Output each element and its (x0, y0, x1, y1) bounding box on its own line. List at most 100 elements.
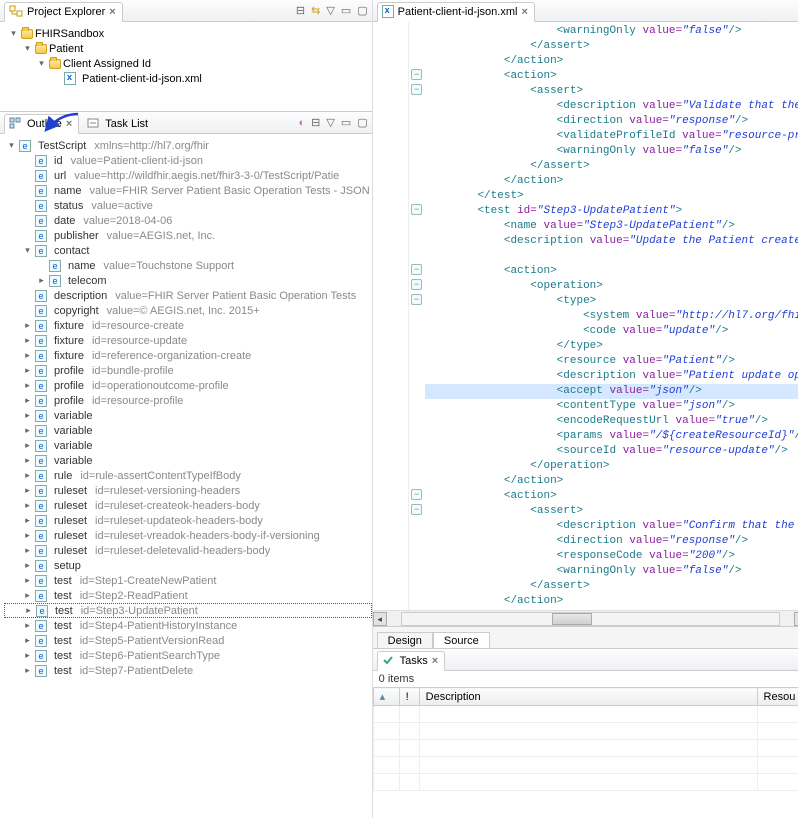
minimize-icon[interactable]: ▭ (341, 116, 351, 129)
outline-item[interactable]: eurlvalue=http://wildfhir.aegis.net/fhir… (4, 168, 372, 183)
element-icon: e (35, 395, 47, 407)
outline-item[interactable]: eidvalue=Patient-client-id-json (4, 153, 372, 168)
scroll-right-button[interactable]: ▸ (794, 612, 798, 626)
outline-item[interactable]: erulesetid=ruleset-deletevalid-headers-b… (4, 543, 372, 558)
editor-tab[interactable]: Patient-client-id-json.xml × (377, 2, 535, 22)
tree-file[interactable]: Patient-client-id-json.xml (82, 73, 202, 85)
expand-arrow[interactable] (8, 28, 19, 39)
element-icon: e (35, 200, 47, 212)
outline-item[interactable]: eprofileid=resource-profile (4, 393, 372, 408)
element-icon: e (36, 605, 48, 617)
outline-item[interactable]: efixtureid=resource-update (4, 333, 372, 348)
outline-item[interactable]: eprofileid=operationoutcome-profile (4, 378, 372, 393)
fold-column[interactable]: − − − − − − − − (409, 22, 425, 610)
scroll-left-button[interactable]: ◂ (373, 612, 387, 626)
tasks-tab[interactable]: Tasks × (377, 651, 446, 671)
fold-toggle[interactable]: − (411, 204, 422, 215)
project-explorer-tab[interactable]: Project Explorer × (4, 2, 123, 22)
col-priority[interactable]: ! (399, 688, 419, 706)
editor-gutter (373, 22, 409, 610)
table-row (373, 740, 798, 757)
link-editor-icon[interactable]: ⇆ (311, 4, 320, 17)
outline-item[interactable]: etestid=Step5-PatientVersionRead (4, 633, 372, 648)
outline-tree[interactable]: eTestScriptxmlns=http://hl7.org/fhir eid… (0, 134, 372, 818)
outline-item[interactable]: eruleid=rule-assertContentTypeIfBody (4, 468, 372, 483)
col-sort[interactable]: ▴ (373, 688, 399, 706)
close-icon[interactable]: × (109, 6, 115, 18)
tree-node[interactable]: Patient (49, 43, 83, 55)
outline-item[interactable]: evariable (4, 423, 372, 438)
outline-item[interactable]: enamevalue=Touchstone Support (4, 258, 372, 273)
outline-item[interactable]: edescriptionvalue=FHIR Server Patient Ba… (4, 288, 372, 303)
element-icon: e (49, 260, 61, 272)
col-description[interactable]: Description (419, 688, 757, 706)
maximize-icon[interactable]: ▢ (357, 116, 367, 129)
fold-toggle[interactable]: − (411, 69, 422, 80)
col-resource[interactable]: Resou (757, 688, 798, 706)
outline-item[interactable]: efixtureid=resource-create (4, 318, 372, 333)
outline-item[interactable]: ecopyrightvalue=© AEGIS.net, Inc. 2015+ (4, 303, 372, 318)
outline-item[interactable]: efixtureid=reference-organization-create (4, 348, 372, 363)
outline-tab[interactable]: Outline × (4, 114, 79, 134)
focus-icon[interactable]: ◐ (298, 117, 305, 129)
element-icon: e (35, 650, 47, 662)
outline-item[interactable]: evariable (4, 453, 372, 468)
folder-icon (35, 44, 47, 54)
outline-item[interactable]: estatusvalue=active (4, 198, 372, 213)
xml-file-icon (382, 5, 394, 18)
element-icon: e (35, 575, 47, 587)
outline-item[interactable]: esetup (4, 558, 372, 573)
outline-item[interactable]: etestid=Step4-PatientHistoryInstance (4, 618, 372, 633)
outline-item[interactable]: edatevalue=2018-04-06 (4, 213, 372, 228)
tree-icon (9, 5, 23, 19)
outline-item[interactable]: erulesetid=ruleset-versioning-headers (4, 483, 372, 498)
view-menu-icon[interactable]: ▽ (326, 116, 334, 129)
outline-item[interactable]: etestid=Step6-PatientSearchType (4, 648, 372, 663)
design-tab[interactable]: Design (377, 632, 433, 648)
element-icon: e (35, 530, 47, 542)
outline-item[interactable]: evariable (4, 408, 372, 423)
close-icon[interactable]: × (521, 6, 527, 18)
fold-toggle[interactable]: − (411, 504, 422, 515)
fold-toggle[interactable]: − (411, 84, 422, 95)
outline-item[interactable]: erulesetid=ruleset-createok-headers-body (4, 498, 372, 513)
source-tab[interactable]: Source (433, 632, 490, 648)
outline-item[interactable]: eprofileid=bundle-profile (4, 363, 372, 378)
close-icon[interactable]: × (66, 118, 72, 130)
fold-toggle[interactable]: − (411, 489, 422, 500)
minimize-icon[interactable]: ▭ (341, 4, 351, 17)
code-editor[interactable]: <warningOnly value="false"/> </assert> <… (425, 22, 798, 610)
outline-item[interactable]: etestid=Step3-UpdatePatient (4, 603, 372, 618)
tree-node[interactable]: FHIRSandbox (35, 28, 104, 40)
element-icon: e (49, 275, 61, 287)
fold-toggle[interactable]: − (411, 294, 422, 305)
outline-item[interactable]: enamevalue=FHIR Server Patient Basic Ope… (4, 183, 372, 198)
outline-item[interactable]: epublishervalue=AEGIS.net, Inc. (4, 228, 372, 243)
tree-node[interactable]: Client Assigned Id (63, 58, 151, 70)
outline-item[interactable]: etestid=Step7-PatientDelete (4, 663, 372, 678)
element-icon: e (35, 155, 47, 167)
horizontal-scrollbar[interactable]: ◂ ▸ (373, 610, 798, 626)
outline-item[interactable]: erulesetid=ruleset-vreadok-headers-body-… (4, 528, 372, 543)
outline-item[interactable]: erulesetid=ruleset-updateok-headers-body (4, 513, 372, 528)
close-icon[interactable]: × (432, 655, 438, 667)
tasks-table[interactable]: ▴ ! Description Resou (373, 687, 798, 791)
outline-item[interactable]: etestid=Step1-CreateNewPatient (4, 573, 372, 588)
element-icon: e (35, 335, 47, 347)
collapse-all-icon[interactable]: ⊟ (296, 4, 305, 17)
outline-item[interactable]: etelecom (4, 273, 372, 288)
outline-root[interactable]: TestScript (38, 140, 86, 152)
outline-item[interactable]: etestid=Step2-ReadPatient (4, 588, 372, 603)
fold-toggle[interactable]: − (411, 279, 422, 290)
collapse-icon[interactable]: ⊟ (311, 116, 320, 129)
view-menu-icon[interactable]: ▽ (326, 4, 334, 17)
element-icon: e (35, 185, 47, 197)
tasklist-tab[interactable]: Task List (83, 114, 154, 134)
scroll-thumb[interactable] (552, 613, 592, 625)
project-tree[interactable]: FHIRSandbox Patient Client Assigned Id P… (0, 22, 372, 90)
fold-toggle[interactable]: − (411, 264, 422, 275)
maximize-icon[interactable]: ▢ (357, 4, 367, 17)
outline-item[interactable]: econtact (4, 243, 372, 258)
element-icon: e (35, 500, 47, 512)
outline-item[interactable]: evariable (4, 438, 372, 453)
